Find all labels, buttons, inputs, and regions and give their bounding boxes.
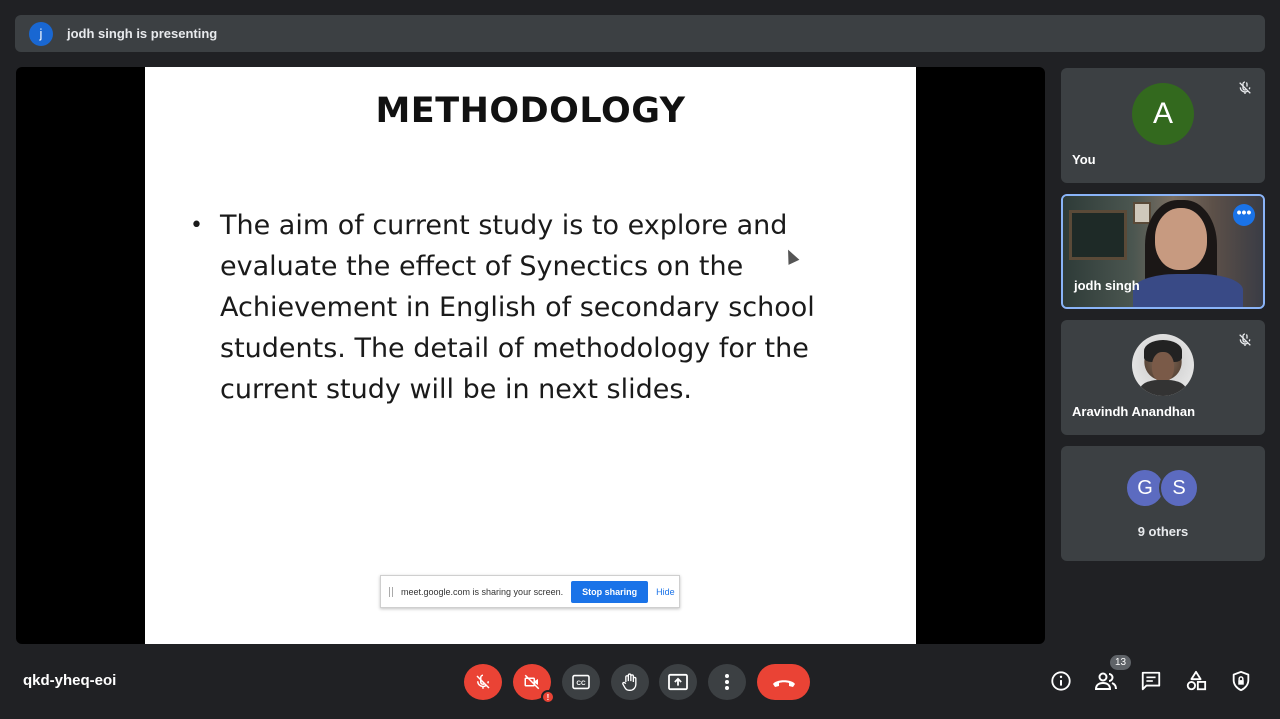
participant-tile-others[interactable]: G S 9 others <box>1061 446 1265 561</box>
control-bar: qkd-yheq-eoi ! CC 13 <box>0 650 1280 719</box>
participant-tile-jodh-singh[interactable]: ••• jodh singh <box>1061 194 1265 309</box>
svg-text:CC: CC <box>576 680 586 687</box>
mic-off-icon <box>1239 81 1251 94</box>
picture-frame <box>1133 202 1151 224</box>
microphone-toggle-button[interactable] <box>464 664 502 700</box>
mic-off-icon <box>1239 333 1251 346</box>
participant-count-badge: 13 <box>1109 654 1133 671</box>
activities-shapes-icon <box>1186 670 1207 691</box>
participant-name: jodh singh <box>1074 278 1140 293</box>
people-icon <box>1094 672 1117 690</box>
drag-handle-icon[interactable] <box>389 586 393 597</box>
slide-body: • The aim of current study is to explore… <box>190 205 840 410</box>
slide-title: METHODOLOGY <box>375 91 686 131</box>
hand-icon <box>622 673 637 691</box>
camera-off-icon <box>524 674 540 690</box>
closed-captions-icon: CC <box>572 674 590 690</box>
stop-sharing-button[interactable]: Stop sharing <box>571 580 649 603</box>
participant-tile-you[interactable]: A You <box>1061 68 1265 183</box>
shared-screen-stage: METHODOLOGY • The aim of current study i… <box>16 67 1045 644</box>
present-screen-icon <box>668 673 688 691</box>
more-vert-icon <box>725 674 729 690</box>
captions-button[interactable]: CC <box>562 664 600 700</box>
person-face <box>1155 208 1207 270</box>
participant-name: Aravindh Anandhan <box>1072 404 1196 419</box>
activities-button[interactable] <box>1183 668 1209 694</box>
others-count-label: 9 others <box>1137 524 1189 539</box>
bullet-point: • <box>190 213 203 238</box>
participant-tile-aravindh-anandhan[interactable]: Aravindh Anandhan <box>1061 320 1265 435</box>
camera-toggle-button[interactable]: ! <box>513 664 555 704</box>
more-options-button[interactable] <box>708 664 746 700</box>
leave-call-button[interactable] <box>757 664 810 700</box>
more-options-icon[interactable]: ••• <box>1233 204 1255 226</box>
mic-off-icon <box>476 674 490 689</box>
shield-lock-icon <box>1232 670 1250 692</box>
sharing-notice-text: meet.google.com is sharing your screen. <box>401 586 564 597</box>
presenting-text: jodh singh is presenting <box>67 26 218 41</box>
hide-button[interactable]: Hide <box>656 587 675 597</box>
warning-icon: ! <box>541 690 555 704</box>
chat-icon <box>1141 671 1161 691</box>
chat-button[interactable] <box>1138 668 1164 694</box>
slide-body-text: The aim of current study is to explore a… <box>220 210 815 405</box>
avatar: S <box>1159 468 1199 508</box>
participant-name: You <box>1072 152 1096 167</box>
meeting-details-button[interactable] <box>1048 668 1074 694</box>
avatar <box>1132 334 1194 396</box>
others-avatars: G S <box>1125 468 1199 508</box>
meeting-code: qkd-yheq-eoi <box>23 672 117 689</box>
host-controls-button[interactable] <box>1228 668 1254 694</box>
chalkboard <box>1069 210 1127 260</box>
presentation-slide: METHODOLOGY • The aim of current study i… <box>145 67 916 644</box>
end-call-icon <box>772 680 795 687</box>
presenter-avatar: j <box>29 21 53 46</box>
person-body <box>1133 274 1243 307</box>
screen-share-notification: meet.google.com is sharing your screen. … <box>380 575 680 608</box>
avatar: A <box>1132 83 1194 145</box>
raise-hand-button[interactable] <box>611 664 649 700</box>
info-icon <box>1051 671 1071 691</box>
presenting-banner: j jodh singh is presenting <box>15 15 1265 52</box>
people-button[interactable]: 13 <box>1093 654 1133 694</box>
present-now-button[interactable] <box>659 664 697 700</box>
